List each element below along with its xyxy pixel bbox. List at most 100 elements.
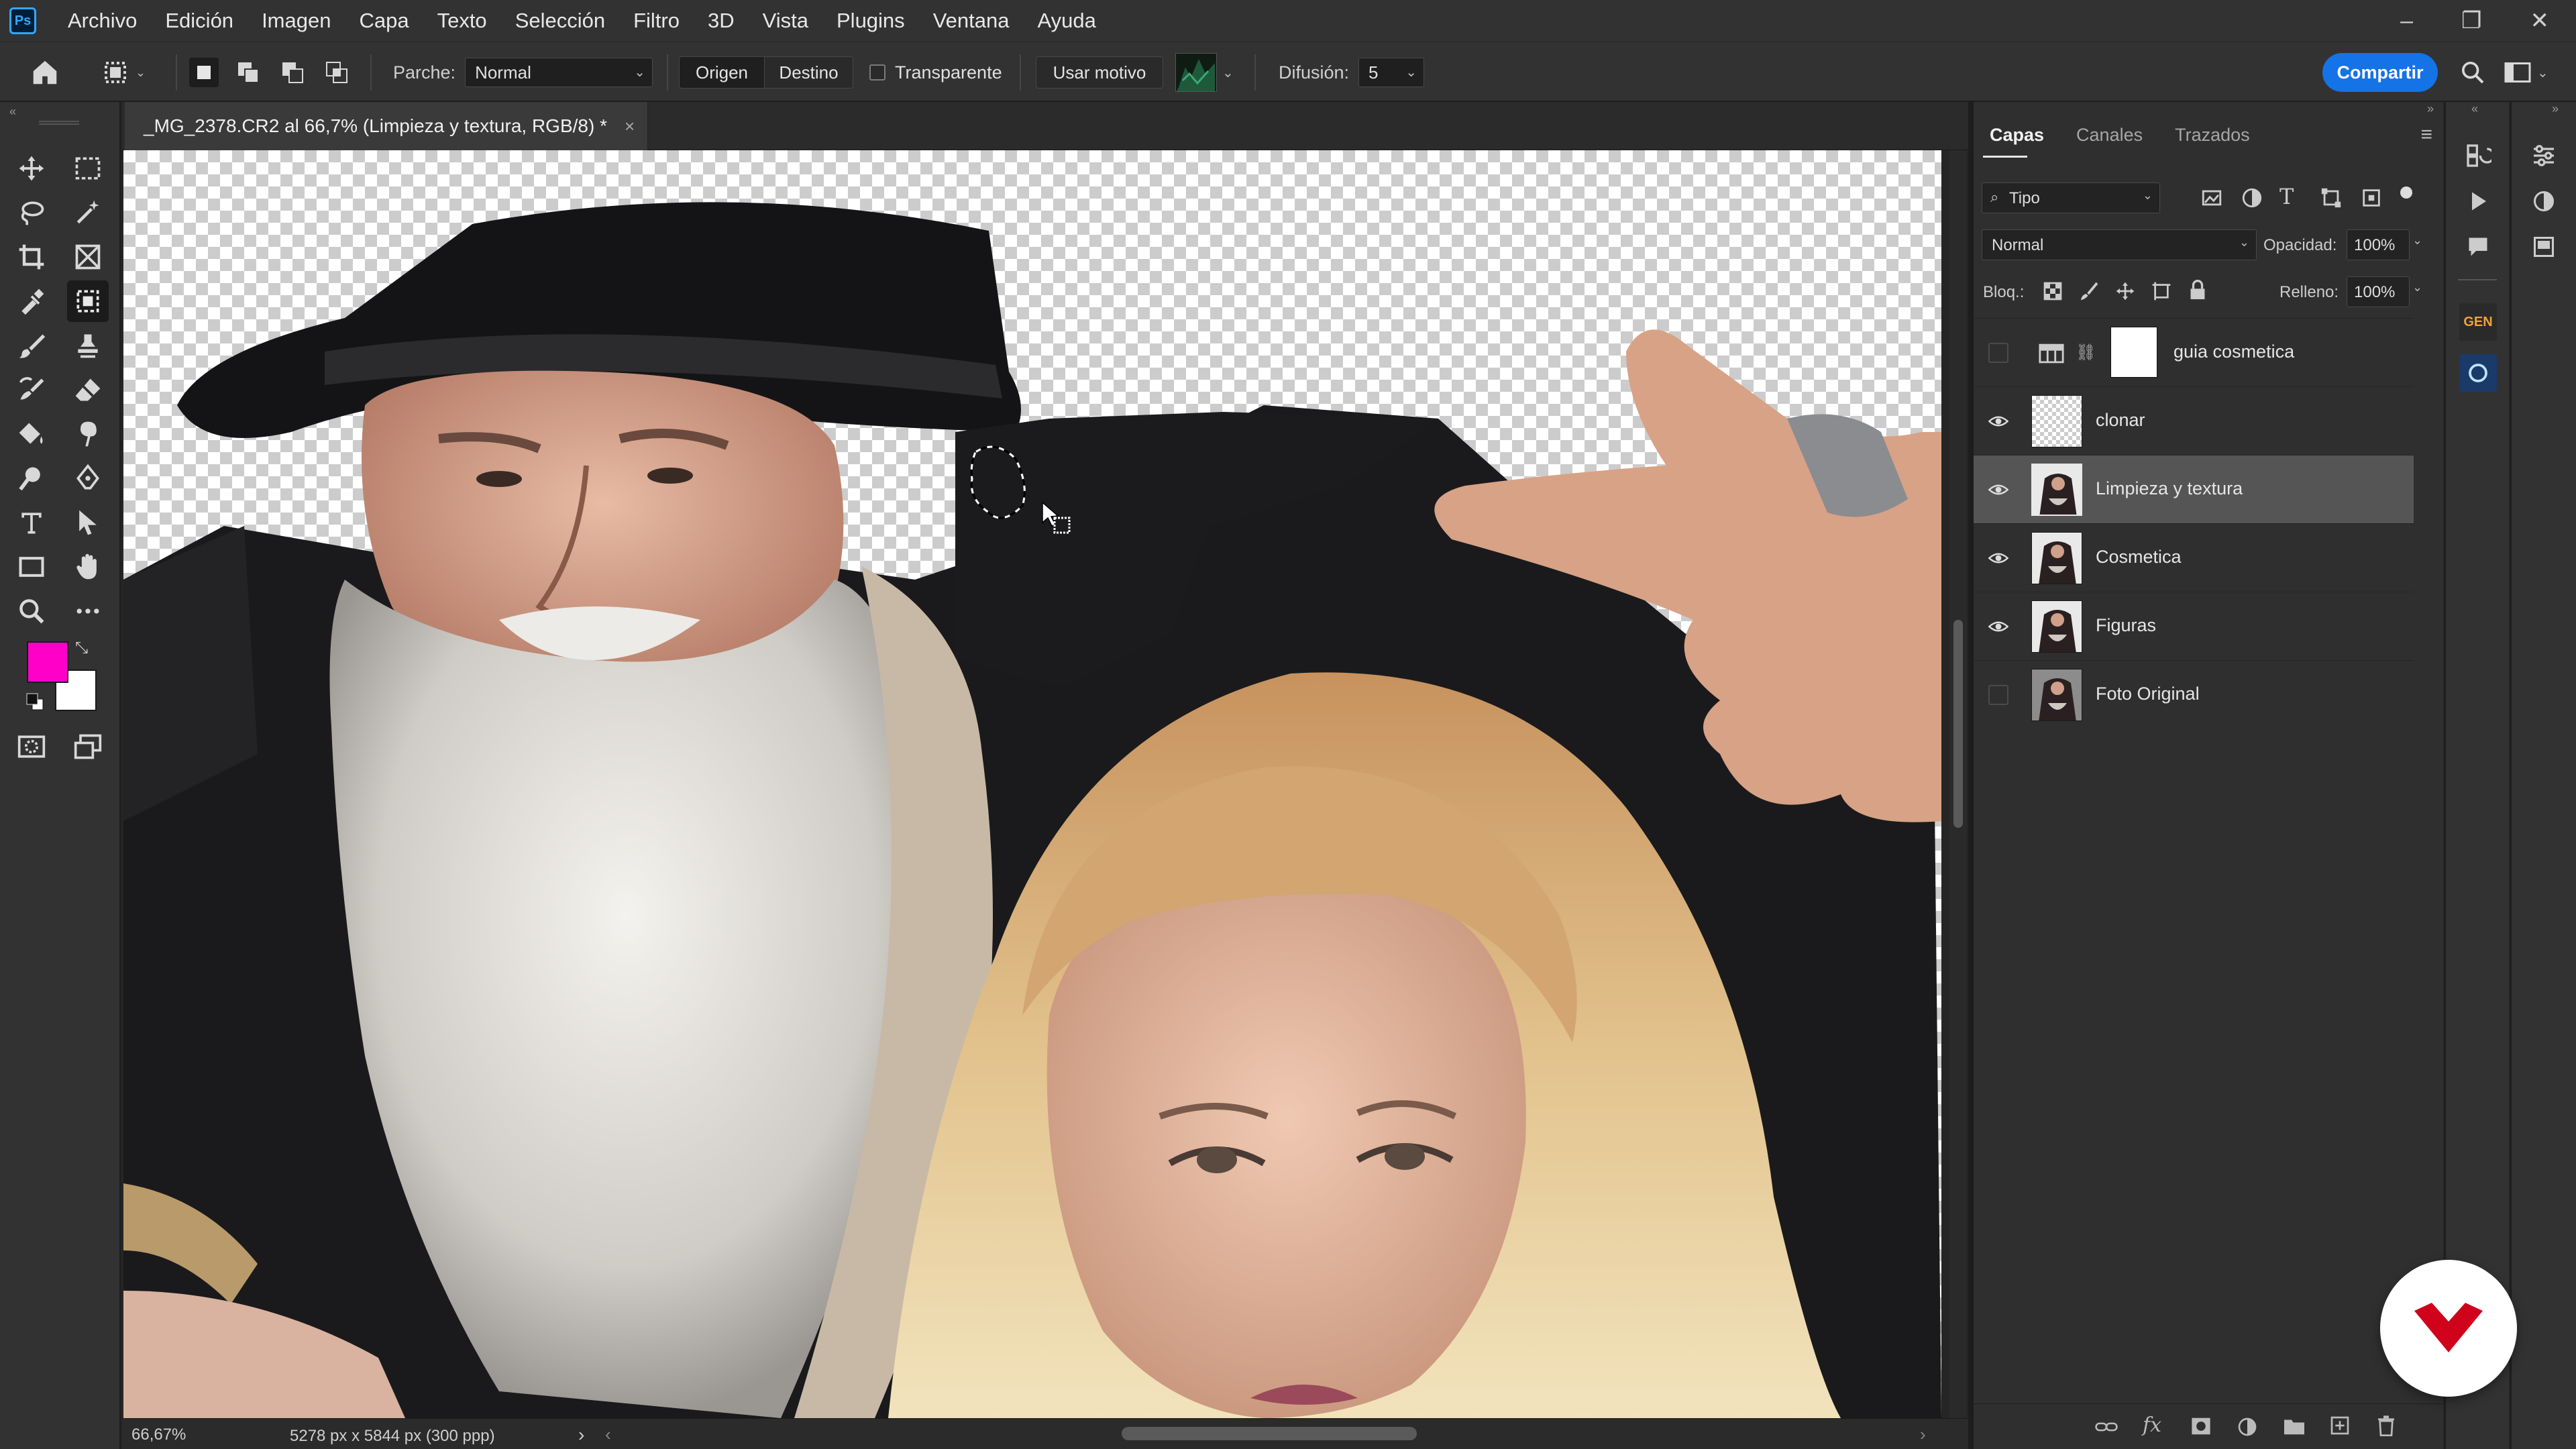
filter-adjustment-icon[interactable]: [2241, 186, 2263, 213]
layer-name[interactable]: Limpieza y textura: [2096, 478, 2243, 499]
link-layers-icon[interactable]: [2094, 1416, 2118, 1441]
layer-thumbnail[interactable]: [2031, 395, 2082, 447]
folder-icon[interactable]: [2282, 1416, 2306, 1440]
document-tab[interactable]: _MG_2378.CR2 al 66,7% (Limpieza y textur…: [125, 102, 648, 150]
scroll-right-icon[interactable]: ›: [1920, 1424, 1926, 1445]
eyedropper-tool[interactable]: [11, 280, 52, 322]
layer-name[interactable]: Figuras: [2096, 615, 2156, 636]
filter-pixel-icon[interactable]: [2200, 186, 2223, 213]
diffusion-select[interactable]: 5 ⌄: [1358, 58, 1425, 87]
photoshop-logo[interactable]: Ps: [9, 7, 36, 34]
menu-seleccion[interactable]: Selección: [501, 0, 619, 42]
patch-mode-select[interactable]: Normal ⌄: [465, 58, 653, 87]
menu-edicion[interactable]: Edición: [151, 0, 248, 42]
path-selection-tool[interactable]: [67, 502, 109, 543]
workspace-button[interactable]: ⌄: [2504, 42, 2548, 103]
frame-tool[interactable]: [67, 236, 109, 278]
collapse-icon[interactable]: «: [9, 105, 16, 119]
menu-ventana[interactable]: Ventana: [919, 0, 1024, 42]
layer-row[interactable]: Figuras: [1974, 592, 2414, 660]
menu-vista[interactable]: Vista: [749, 0, 822, 42]
libraries-icon[interactable]: [2525, 228, 2563, 266]
patch-tool[interactable]: [67, 280, 109, 322]
add-mask-icon[interactable]: [2190, 1416, 2212, 1440]
eye-icon[interactable]: [1988, 548, 2009, 568]
horizontal-scrollbar-thumb[interactable]: [1122, 1427, 1417, 1440]
search-button[interactable]: [2459, 42, 2486, 103]
filter-type-select[interactable]: ⌕ Tipo ⌄: [1982, 182, 2160, 213]
lock-artboard-icon[interactable]: [2151, 280, 2172, 305]
actions-play-icon[interactable]: [2459, 182, 2497, 220]
subtract-selection-button[interactable]: [278, 58, 307, 87]
opacity-input[interactable]: 100%: [2347, 229, 2410, 260]
fx-icon[interactable]: fx: [2143, 1413, 2161, 1437]
adjustments-icon[interactable]: [2525, 182, 2563, 220]
vertical-scrollbar-thumb[interactable]: [1953, 620, 1963, 828]
fill-input[interactable]: 100%: [2347, 276, 2410, 307]
transparent-checkbox[interactable]: [869, 64, 885, 80]
filter-smart-object-icon[interactable]: [2360, 186, 2383, 213]
move-tool[interactable]: [11, 148, 52, 189]
menu-plugins[interactable]: Plugins: [822, 0, 919, 42]
zoom-tool[interactable]: [11, 590, 52, 632]
use-pattern-button[interactable]: Usar motivo: [1036, 56, 1163, 89]
eye-icon[interactable]: [1988, 411, 2009, 431]
filter-toggle[interactable]: [2400, 186, 2412, 199]
pattern-picker[interactable]: ⌄: [1175, 42, 1234, 103]
eye-icon[interactable]: [1988, 616, 2009, 637]
lock-image-icon[interactable]: [2078, 280, 2100, 305]
intersect-selection-button[interactable]: [322, 58, 352, 87]
rectangle-tool[interactable]: [11, 546, 52, 588]
layer-name[interactable]: guia cosmetica: [2174, 341, 2294, 362]
history-brush-tool[interactable]: [11, 369, 52, 411]
vertical-scrollbar[interactable]: [1949, 150, 1967, 1418]
history-panel-icon[interactable]: [2459, 137, 2497, 174]
tab-canales[interactable]: Canales: [2060, 114, 2159, 156]
eraser-tool[interactable]: [67, 369, 109, 411]
lasso-tool[interactable]: [11, 192, 52, 233]
menu-imagen[interactable]: Imagen: [248, 0, 345, 42]
more-tools[interactable]: [67, 590, 109, 632]
minimize-button[interactable]: –: [2400, 8, 2413, 34]
layer-thumbnail[interactable]: [2031, 532, 2082, 584]
add-selection-button[interactable]: [233, 58, 263, 87]
hand-tool[interactable]: [67, 546, 109, 588]
layer-thumbnail[interactable]: [2031, 600, 2082, 653]
panel-menu-icon[interactable]: ≡: [2420, 123, 2432, 146]
collapse-dock-icon[interactable]: «: [2471, 102, 2478, 116]
crop-tool[interactable]: [11, 236, 52, 278]
new-selection-button[interactable]: [189, 58, 219, 87]
pen-tool[interactable]: [67, 458, 109, 499]
expand-dock-icon[interactable]: »: [2552, 102, 2559, 116]
magic-wand-tool[interactable]: [67, 192, 109, 233]
lock-position-icon[interactable]: [2114, 280, 2136, 305]
menu-archivo[interactable]: Archivo: [54, 0, 151, 42]
trash-icon[interactable]: [2376, 1415, 2396, 1440]
swap-colors-icon[interactable]: ⤡: [75, 639, 88, 657]
source-button[interactable]: Origen: [679, 56, 765, 89]
properties-icon[interactable]: [2525, 137, 2563, 174]
filter-shape-icon[interactable]: [2320, 186, 2343, 213]
mask-link-icon[interactable]: ⛓: [2076, 343, 2096, 362]
gen-plugin-icon[interactable]: GEN: [2459, 303, 2497, 341]
eye-icon[interactable]: [1988, 480, 2009, 500]
dodge-tool[interactable]: [11, 458, 52, 499]
layer-visibility-toggle[interactable]: [1988, 685, 2008, 705]
marquee-tool[interactable]: [67, 148, 109, 189]
close-tab-icon[interactable]: ×: [625, 116, 635, 137]
layer-name[interactable]: Cosmetica: [2096, 547, 2182, 568]
menu-3d[interactable]: 3D: [694, 0, 749, 42]
menu-texto[interactable]: Texto: [423, 0, 501, 42]
layer-thumbnail[interactable]: [2031, 669, 2082, 721]
filter-type-icon[interactable]: T: [2279, 184, 2294, 209]
status-menu-arrow[interactable]: ›: [578, 1424, 584, 1446]
restore-button[interactable]: ❐: [2461, 7, 2481, 34]
layer-row-selected[interactable]: Limpieza y textura: [1974, 455, 2414, 523]
lock-all-icon[interactable]: [2187, 279, 2208, 305]
layer-visibility-toggle[interactable]: [1988, 343, 2008, 363]
zoom-level[interactable]: 66,67%: [131, 1426, 186, 1444]
foreground-color-swatch[interactable]: [27, 641, 68, 683]
chevron-down-icon[interactable]: ⌄: [2412, 280, 2422, 294]
menu-ayuda[interactable]: Ayuda: [1023, 0, 1110, 42]
type-tool[interactable]: [11, 502, 52, 543]
